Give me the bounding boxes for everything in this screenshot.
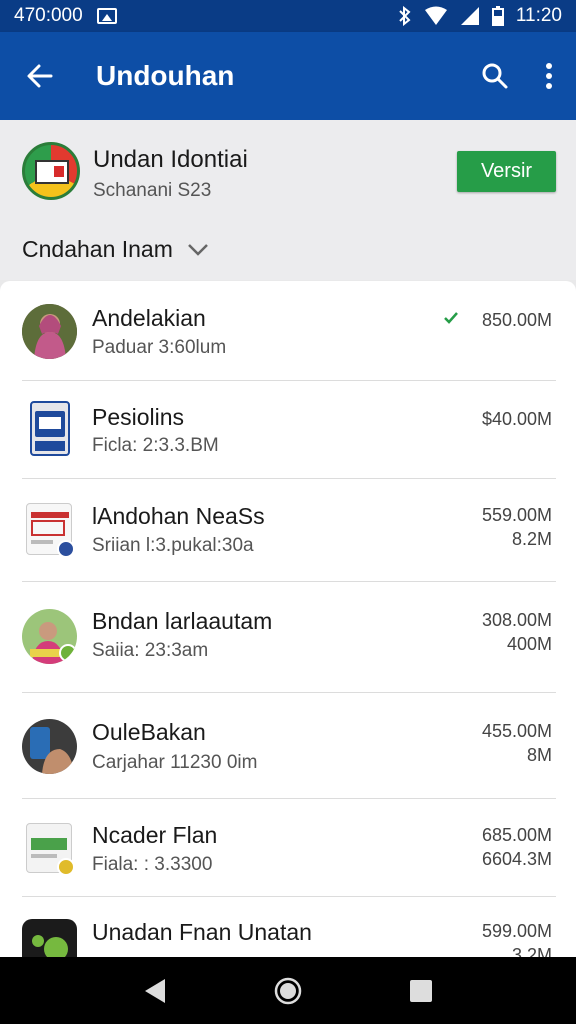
system-nav-bar xyxy=(0,957,576,1024)
certificate-app-icon xyxy=(26,503,75,558)
item-size-primary: 599.00M xyxy=(481,921,552,941)
back-nav-icon[interactable] xyxy=(143,978,167,1004)
list-item[interactable]: Ncader Flan Fiala: : 3.3300 685.00M 6604… xyxy=(0,799,576,897)
item-size-primary: $40.00M xyxy=(481,409,552,429)
avatar xyxy=(22,919,77,957)
list-item[interactable]: OuleBakan Carjahar 11230 0im 455.00M 8M xyxy=(0,693,576,799)
signal-icon xyxy=(460,7,479,25)
search-button[interactable] xyxy=(468,32,522,120)
item-size-primary: 685.00M xyxy=(481,825,552,845)
chevron-down-icon xyxy=(188,243,208,256)
item-size: 559.00M 8.2M xyxy=(482,503,552,551)
item-size: $40.00M xyxy=(482,407,552,431)
page-title: Undouhan xyxy=(96,60,235,91)
list-item[interactable]: Bndan larlaautam Saiia: 23:3am 308.00M 4… xyxy=(0,582,576,693)
item-size-secondary: 8M xyxy=(526,745,552,765)
app-header: Undan Idontiai Schanani S23 Cndahan Inam xyxy=(0,120,576,280)
item-subtitle: Fiala: : 3.3300 xyxy=(92,854,213,875)
app-bar: Undouhan xyxy=(0,32,576,120)
item-size-secondary: 8.2M xyxy=(511,529,552,549)
check-icon xyxy=(443,309,459,330)
more-vert-icon xyxy=(546,63,552,89)
item-size-secondary: 400M xyxy=(506,634,552,654)
version-button[interactable]: Versir xyxy=(457,151,556,192)
item-title: Pesiolins xyxy=(92,404,185,430)
item-size-secondary: 6604.3M xyxy=(481,849,552,869)
section-dropdown[interactable]: Cndahan Inam xyxy=(22,236,209,263)
item-subtitle: Paduar 3:60lum xyxy=(92,337,227,358)
app-subtitle: Schanani S23 xyxy=(93,180,212,201)
arrow-back-icon xyxy=(27,64,53,88)
item-subtitle: Ficla: 2:3.3.BM xyxy=(92,435,219,456)
avatar xyxy=(22,304,77,359)
bluetooth-icon xyxy=(399,6,411,26)
section-title: Cndahan Inam xyxy=(22,236,173,262)
wifi-icon xyxy=(424,6,447,25)
avatar xyxy=(22,609,77,664)
app-logo-icon xyxy=(22,142,80,200)
item-size: 850.00M xyxy=(482,308,552,332)
list-item[interactable]: lAndohan NeaSs Sriian l:3.pukal:30a 559.… xyxy=(0,479,576,582)
download-list: Andelakian Paduar 3:60lum 850.00M Pesiol… xyxy=(0,281,576,957)
item-subtitle: Carjahar 11230 0im xyxy=(92,752,258,773)
item-size-secondary: 3.2M xyxy=(511,945,552,957)
item-subtitle: Saiia: 23:3am xyxy=(92,640,209,661)
card-app-icon xyxy=(26,823,75,876)
item-size: 685.00M 6604.3M xyxy=(482,823,552,871)
search-icon xyxy=(482,63,508,89)
list-item[interactable]: Unadan Fnan Unatan 599.00M 3.2M xyxy=(0,897,576,957)
item-title: OuleBakan xyxy=(92,719,206,745)
status-time: 11:20 xyxy=(515,5,562,26)
item-size-primary: 850.00M xyxy=(481,310,552,330)
more-options-button[interactable] xyxy=(522,32,576,120)
avatar xyxy=(22,719,77,774)
status-bar: 470:000 11:20 xyxy=(0,0,576,32)
recents-nav-icon[interactable] xyxy=(409,979,433,1003)
app-name: Undan Idontiai xyxy=(93,146,248,173)
item-title: Ncader Flan xyxy=(92,822,218,848)
item-size-primary: 455.00M xyxy=(481,721,552,741)
item-size-primary: 308.00M xyxy=(481,610,552,630)
home-nav-icon[interactable] xyxy=(274,977,302,1005)
item-title: lAndohan NeaSs xyxy=(92,503,265,529)
item-title: Bndan larlaautam xyxy=(92,608,273,634)
back-button[interactable] xyxy=(0,32,80,120)
item-title: Andelakian xyxy=(92,305,206,331)
image-notification-icon xyxy=(96,8,117,24)
item-title: Unadan Fnan Unatan xyxy=(92,919,312,945)
document-app-icon xyxy=(30,401,70,456)
item-size: 308.00M 400M xyxy=(482,608,552,656)
status-left-text: 470:000 xyxy=(14,5,83,26)
item-subtitle: Sriian l:3.pukal:30a xyxy=(92,535,254,556)
item-size-primary: 559.00M xyxy=(481,505,552,525)
list-item[interactable]: Pesiolins Ficla: 2:3.3.BM $40.00M xyxy=(0,381,576,479)
list-item[interactable]: Andelakian Paduar 3:60lum 850.00M xyxy=(0,281,576,381)
battery-icon xyxy=(491,6,504,26)
item-size: 599.00M 3.2M xyxy=(482,919,552,957)
item-size: 455.00M 8M xyxy=(482,719,552,767)
